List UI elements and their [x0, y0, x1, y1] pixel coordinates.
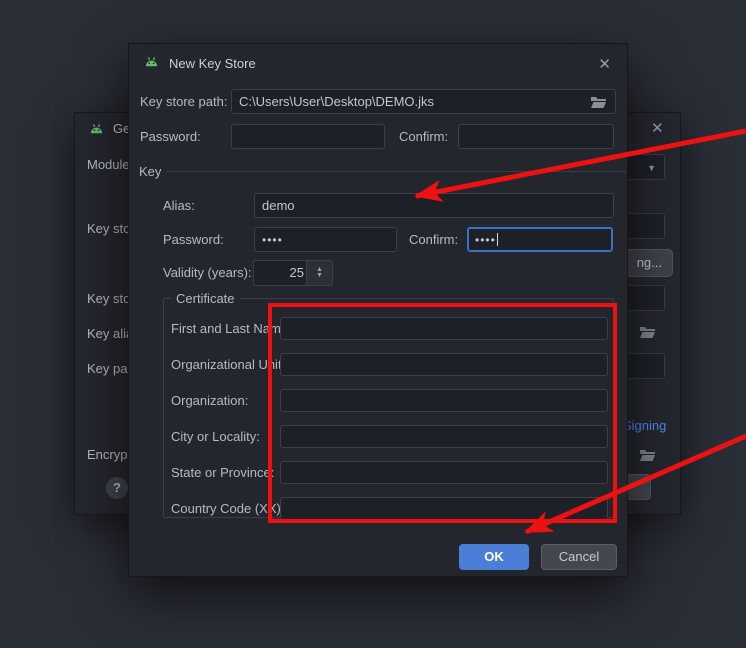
key-store-path-label: Key store path: [140, 94, 227, 109]
key-confirm-label: Confirm: [409, 232, 458, 247]
city-locality-field[interactable] [280, 425, 608, 448]
help-button[interactable]: ? [106, 477, 128, 499]
key-confirm-value: •••• [475, 233, 496, 247]
desktop-background: Ge ✕ Module Key stor Key stor Key alia K… [0, 0, 746, 648]
chevron-down-icon: ▼ [647, 163, 656, 173]
first-last-name-field[interactable] [280, 317, 608, 340]
bg-label-encrypted-key: Encrypt [87, 447, 131, 462]
organizational-unit-field[interactable] [280, 353, 608, 376]
state-province-label: State or Province: [171, 465, 274, 480]
key-password-field[interactable]: •••• [254, 227, 397, 252]
dialog-title: New Key Store [169, 56, 256, 71]
dialog-titlebar: New Key Store ✕ [129, 44, 627, 82]
country-code-label: Country Code (XX): [171, 501, 284, 516]
organizational-unit-label: Organizational Unit: [171, 357, 285, 372]
certificate-group-label: Certificate [171, 291, 240, 306]
bg-label-module: Module [87, 157, 130, 172]
android-icon [89, 122, 104, 137]
folder-icon[interactable] [633, 320, 661, 344]
spinner-down-icon[interactable]: ▼ [316, 273, 323, 279]
alias-field[interactable]: demo [254, 193, 614, 218]
organization-label: Organization: [171, 393, 248, 408]
city-locality-label: City or Locality: [171, 429, 260, 444]
folder-icon[interactable] [633, 443, 661, 467]
ok-button[interactable]: OK [459, 544, 529, 570]
new-key-store-dialog: New Key Store ✕ Key store path: C:\Users… [128, 43, 628, 577]
app-signing-link[interactable]: Signing [623, 418, 666, 433]
country-code-field[interactable] [280, 497, 608, 520]
bg-label-key-password: Key pas [87, 361, 134, 376]
text-caret [497, 233, 498, 246]
bg-label-key-alias: Key alia [87, 326, 133, 341]
store-password-field[interactable] [231, 124, 385, 149]
key-password-value: •••• [262, 233, 283, 247]
organization-field[interactable] [280, 389, 608, 412]
key-section-divider [167, 171, 626, 172]
validity-value: 25 [254, 265, 304, 280]
key-store-path-field[interactable]: C:\Users\User\Desktop\DEMO.jks [231, 89, 616, 114]
alias-label: Alias: [163, 198, 195, 213]
spinner-arrows[interactable]: ▲ ▼ [306, 261, 332, 285]
close-icon[interactable]: ✕ [598, 55, 611, 73]
key-section-label: Key [139, 164, 161, 179]
android-icon [144, 55, 159, 70]
cancel-button[interactable]: Cancel [541, 544, 617, 570]
validity-spinner[interactable]: 25 ▲ ▼ [253, 260, 333, 286]
key-password-label: Password: [163, 232, 224, 247]
folder-icon[interactable] [590, 96, 607, 112]
store-password-label: Password: [140, 129, 201, 144]
first-last-name-label: First and Last Name: [171, 321, 292, 336]
certificate-group: Certificate First and Last Name: Organiz… [163, 298, 614, 518]
store-confirm-field[interactable] [458, 124, 614, 149]
validity-label: Validity (years): [163, 265, 252, 280]
close-icon[interactable]: ✕ [651, 119, 664, 137]
alias-value: demo [262, 198, 295, 213]
state-province-field[interactable] [280, 461, 608, 484]
store-confirm-label: Confirm: [399, 129, 448, 144]
key-store-path-value: C:\Users\User\Desktop\DEMO.jks [239, 94, 434, 109]
key-confirm-field[interactable]: •••• [467, 227, 613, 252]
